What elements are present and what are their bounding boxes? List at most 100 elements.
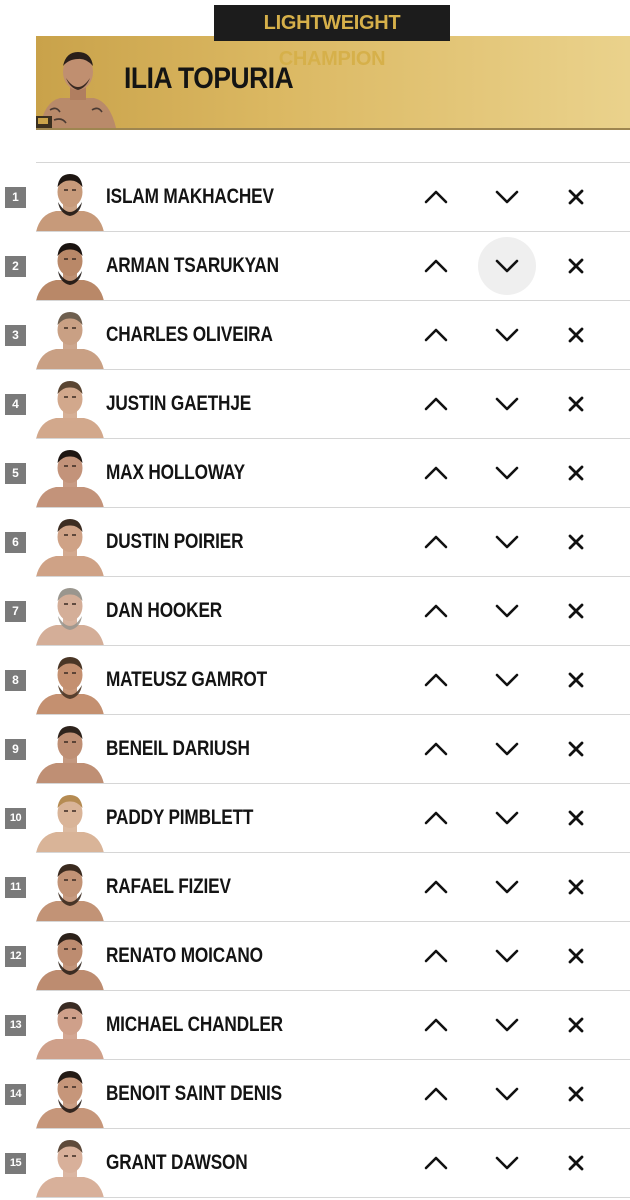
chevron-up-icon xyxy=(424,880,448,894)
fighter-name[interactable]: ISLAM MAKHACHEV xyxy=(106,185,274,209)
close-icon xyxy=(568,948,584,964)
move-up-button[interactable] xyxy=(407,306,465,364)
fighter-name[interactable]: MATEUSZ GAMROT xyxy=(106,668,267,692)
move-up-button[interactable] xyxy=(407,1134,465,1192)
ranking-row[interactable]: 2 ARMAN TSARUKYAN xyxy=(0,232,630,301)
move-up-button[interactable] xyxy=(407,996,465,1054)
rank-badge: 10 xyxy=(5,808,26,829)
move-up-button[interactable] xyxy=(407,513,465,571)
ranking-row[interactable]: 6 DUSTIN POIRIER xyxy=(0,508,630,577)
ranking-row[interactable]: 9 BENEIL DARIUSH xyxy=(0,715,630,784)
move-up-button[interactable] xyxy=(407,375,465,433)
move-up-button[interactable] xyxy=(407,444,465,502)
move-up-button[interactable] xyxy=(407,720,465,778)
remove-button[interactable] xyxy=(547,1134,605,1192)
move-down-button[interactable] xyxy=(478,789,536,847)
fighter-avatar xyxy=(36,933,104,991)
chevron-down-icon xyxy=(495,811,519,825)
move-down-button[interactable] xyxy=(478,858,536,916)
fighter-avatar xyxy=(36,1002,104,1060)
fighter-name[interactable]: BENEIL DARIUSH xyxy=(106,737,250,761)
move-up-button[interactable] xyxy=(407,858,465,916)
remove-button[interactable] xyxy=(547,720,605,778)
fighter-name[interactable]: DAN HOOKER xyxy=(106,599,222,623)
fighter-avatar xyxy=(36,864,104,922)
move-up-button[interactable] xyxy=(407,1065,465,1123)
close-icon xyxy=(568,258,584,274)
ranking-row[interactable]: 11 RAFAEL FIZIEV xyxy=(0,853,630,922)
move-down-button[interactable] xyxy=(478,306,536,364)
remove-button[interactable] xyxy=(547,237,605,295)
close-icon xyxy=(568,879,584,895)
remove-button[interactable] xyxy=(547,168,605,226)
champion-name[interactable]: ILIA TOPURIA xyxy=(124,62,294,96)
move-up-button[interactable] xyxy=(407,927,465,985)
fighter-name[interactable]: ARMAN TSARUKYAN xyxy=(106,254,279,278)
rank-badge: 9 xyxy=(5,739,26,760)
move-down-button[interactable] xyxy=(478,375,536,433)
move-down-button[interactable] xyxy=(478,237,536,295)
remove-button[interactable] xyxy=(547,858,605,916)
fighter-name[interactable]: GRANT DAWSON xyxy=(106,1151,248,1175)
fighter-name[interactable]: RAFAEL FIZIEV xyxy=(106,875,231,899)
fighter-name[interactable]: BENOIT SAINT DENIS xyxy=(106,1082,282,1106)
rank-badge: 4 xyxy=(5,394,26,415)
remove-button[interactable] xyxy=(547,513,605,571)
move-up-button[interactable] xyxy=(407,651,465,709)
fighter-name[interactable]: CHARLES OLIVEIRA xyxy=(106,323,273,347)
fighter-name[interactable]: DUSTIN POIRIER xyxy=(106,530,244,554)
close-icon xyxy=(568,810,584,826)
move-down-button[interactable] xyxy=(478,927,536,985)
chevron-down-icon xyxy=(495,1156,519,1170)
move-down-button[interactable] xyxy=(478,651,536,709)
ranking-row[interactable]: 5 MAX HOLLOWAY xyxy=(0,439,630,508)
move-down-button[interactable] xyxy=(478,513,536,571)
fighter-name[interactable]: JUSTIN GAETHJE xyxy=(106,392,251,416)
ranking-row[interactable]: 14 BENOIT SAINT DENIS xyxy=(0,1060,630,1129)
fighter-name[interactable]: RENATO MOICANO xyxy=(106,944,263,968)
chevron-up-icon xyxy=(424,466,448,480)
remove-button[interactable] xyxy=(547,582,605,640)
move-up-button[interactable] xyxy=(407,582,465,640)
move-down-button[interactable] xyxy=(478,1065,536,1123)
remove-button[interactable] xyxy=(547,996,605,1054)
rank-badge: 15 xyxy=(5,1153,26,1174)
ranking-row[interactable]: 8 MATEUSZ GAMROT xyxy=(0,646,630,715)
move-down-button[interactable] xyxy=(478,168,536,226)
close-icon xyxy=(568,1086,584,1102)
fighter-name[interactable]: PADDY PIMBLETT xyxy=(106,806,253,830)
move-up-button[interactable] xyxy=(407,168,465,226)
ranking-row[interactable]: 10 PADDY PIMBLETT xyxy=(0,784,630,853)
remove-button[interactable] xyxy=(547,444,605,502)
chevron-up-icon xyxy=(424,190,448,204)
ranking-row[interactable]: 1 ISLAM MAKHACHEV xyxy=(0,163,630,232)
ranking-row[interactable]: 4 JUSTIN GAETHJE xyxy=(0,370,630,439)
remove-button[interactable] xyxy=(547,651,605,709)
fighter-avatar xyxy=(36,450,104,508)
remove-button[interactable] xyxy=(547,375,605,433)
move-up-button[interactable] xyxy=(407,789,465,847)
chevron-down-icon xyxy=(495,259,519,273)
ranking-row[interactable]: 3 CHARLES OLIVEIRA xyxy=(0,301,630,370)
move-up-button[interactable] xyxy=(407,237,465,295)
remove-button[interactable] xyxy=(547,1065,605,1123)
ranking-row[interactable]: 13 MICHAEL CHANDLER xyxy=(0,991,630,1060)
remove-button[interactable] xyxy=(547,927,605,985)
remove-button[interactable] xyxy=(547,789,605,847)
fighter-name[interactable]: MAX HOLLOWAY xyxy=(106,461,245,485)
ranking-row[interactable]: 12 RENATO MOICANO xyxy=(0,922,630,991)
move-down-button[interactable] xyxy=(478,720,536,778)
fighter-avatar xyxy=(36,519,104,577)
fighter-avatar xyxy=(36,588,104,646)
remove-button[interactable] xyxy=(547,306,605,364)
move-down-button[interactable] xyxy=(478,996,536,1054)
chevron-up-icon xyxy=(424,1156,448,1170)
move-down-button[interactable] xyxy=(478,582,536,640)
chevron-down-icon xyxy=(495,742,519,756)
chevron-down-icon xyxy=(495,949,519,963)
move-down-button[interactable] xyxy=(478,444,536,502)
fighter-name[interactable]: MICHAEL CHANDLER xyxy=(106,1013,283,1037)
ranking-row[interactable]: 7 DAN HOOKER xyxy=(0,577,630,646)
move-down-button[interactable] xyxy=(478,1134,536,1192)
ranking-row[interactable]: 15 GRANT DAWSON xyxy=(0,1129,630,1198)
